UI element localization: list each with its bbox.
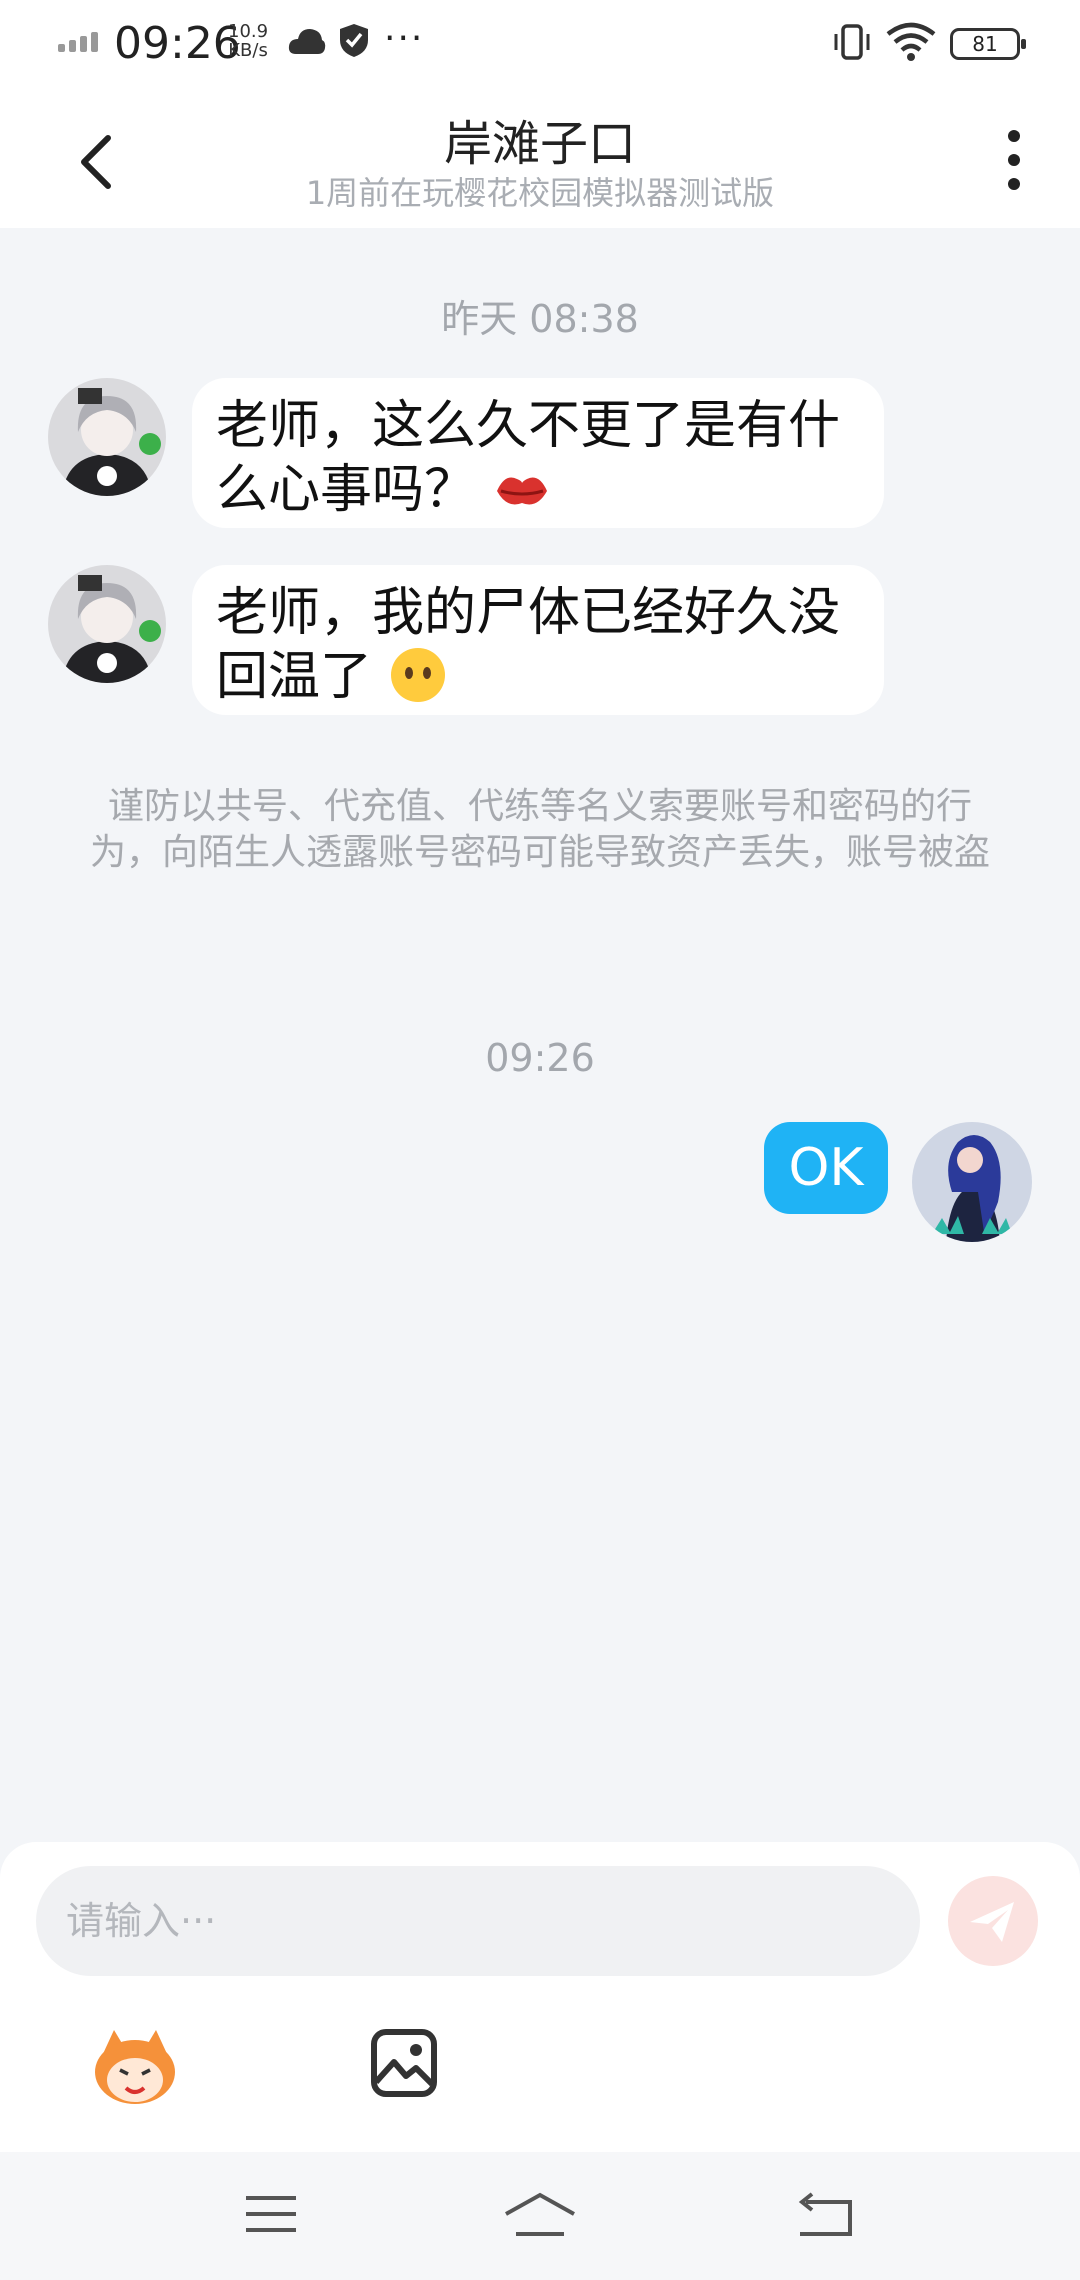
sticker-mascot-icon[interactable] (92, 2026, 178, 2112)
home-icon[interactable] (504, 2192, 576, 2238)
send-button[interactable] (948, 1876, 1038, 1966)
vibrate-icon (834, 24, 870, 60)
battery-indicator: 81 (950, 28, 1026, 60)
no-mouth-face-icon (390, 648, 445, 702)
system-nav-bar (0, 2152, 1080, 2280)
network-speed-value: 10.9 (228, 21, 269, 42)
chat-header: 岸滩子口 1周前在玩樱花校园模拟器测试版 (0, 88, 1080, 228)
network-speed-unit: KB/s (228, 40, 268, 61)
status-bar: 09:26 10.9 KB/s ··· 81 (0, 0, 1080, 88)
message-bubble[interactable]: 老师，我的尸体已经好久没回温了 (192, 565, 884, 715)
signal-icon (58, 32, 102, 52)
my-avatar[interactable] (912, 1122, 1032, 1242)
kiss-mark-icon (496, 477, 547, 505)
more-status-icon: ··· (384, 18, 425, 59)
shield-icon (340, 24, 368, 57)
cloud-icon (288, 29, 326, 54)
my-message-bubble[interactable]: OK (764, 1122, 888, 1214)
network-speed: 10.9 KB/s (228, 22, 268, 60)
contact-avatar[interactable] (48, 565, 166, 683)
contact-status: 1周前在玩樱花校园模拟器测试版 (305, 174, 775, 212)
image-picker-icon[interactable] (370, 2028, 438, 2098)
send-icon (970, 1902, 1014, 1942)
more-options-icon[interactable] (992, 126, 1036, 194)
message-bubble[interactable]: 老师，这么久不更了是有什么心事吗？ (192, 378, 884, 528)
contact-name: 岸滩子口 (443, 116, 636, 172)
message-input[interactable]: 请输入··· (36, 1866, 920, 1976)
menu-icon[interactable] (244, 2192, 298, 2236)
wifi-icon (886, 22, 936, 61)
message-composer: 请输入··· (0, 1842, 1080, 2152)
back-nav-icon[interactable] (796, 2192, 854, 2238)
message-timestamp: 09:26 (485, 1036, 595, 1080)
message-timestamp: 昨天 08:38 (441, 297, 639, 341)
message-text: 老师，我的尸体已经好久没回温了 (216, 583, 841, 707)
status-time: 09:26 (114, 18, 241, 69)
security-notice: 谨防以共号、代充值、代练等名义索要账号和密码的行为，向陌生人透露账号密码可能导致… (90, 786, 991, 873)
contact-avatar[interactable] (48, 378, 166, 496)
